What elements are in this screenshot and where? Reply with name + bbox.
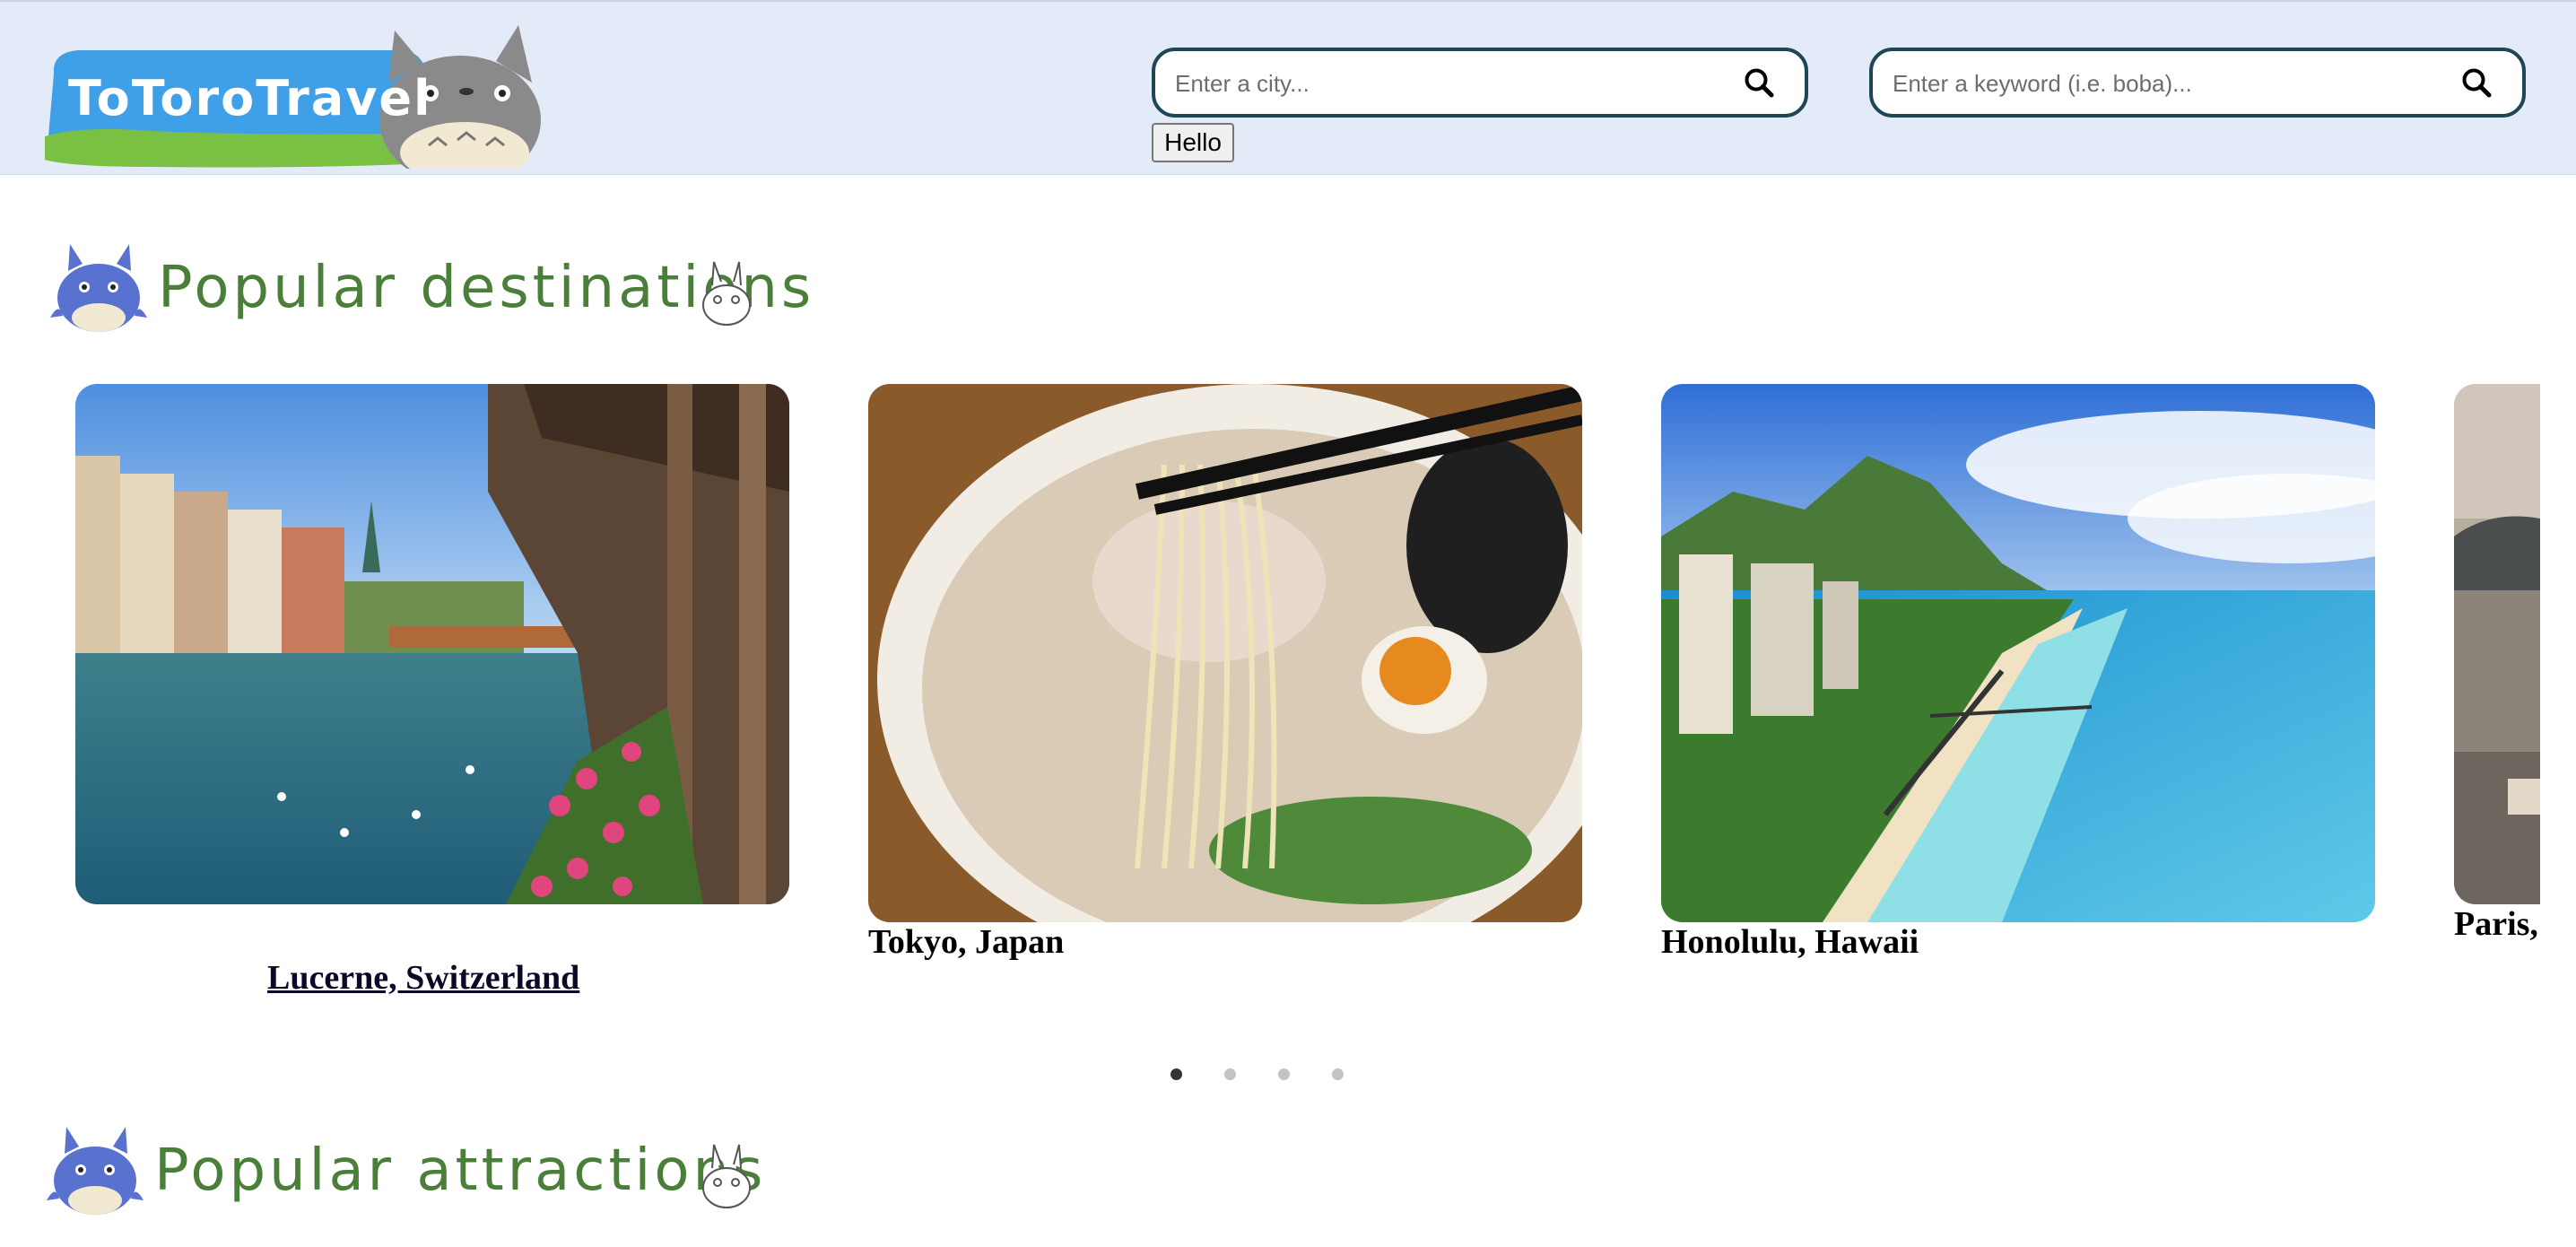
city-search-box [1152, 48, 1808, 118]
carousel-dot[interactable] [1224, 1068, 1236, 1080]
city-search-input[interactable] [1173, 51, 1727, 116]
section-title-text: Popular attractions [154, 1138, 767, 1204]
paris-photo [2454, 384, 2540, 904]
logo-text: ToToroTravel [68, 70, 432, 126]
destination-link[interactable]: Lucerne, Switzerland [267, 958, 579, 998]
destination-label: Honolulu, Hawaii [1661, 923, 1919, 961]
destination-label: Paris, [2454, 905, 2538, 943]
search-icon[interactable] [2461, 67, 2492, 98]
hello-button[interactable]: Hello [1152, 123, 1234, 162]
lucerne-photo [75, 384, 789, 904]
blue-totoro-icon [50, 244, 147, 332]
totoro-travel-logo[interactable]: ToToroTravel [43, 20, 545, 185]
popular-destinations-heading: Popular destinations [43, 239, 811, 337]
search-icon[interactable] [1744, 67, 1774, 98]
honolulu-photo [1661, 384, 2375, 922]
carousel-dot[interactable] [1332, 1068, 1344, 1080]
tokyo-image [868, 384, 1582, 922]
tokyo-photo [868, 384, 1582, 922]
white-totoro-icon [702, 1144, 751, 1208]
top-header: ToToroTravel Hello [0, 0, 2576, 185]
carousel-dot-active[interactable] [1171, 1068, 1182, 1080]
paris-image [2454, 384, 2540, 904]
lucerne-image [75, 384, 789, 904]
keyword-search-box [1869, 48, 2526, 118]
blue-totoro-icon [47, 1127, 144, 1215]
carousel-dot[interactable] [1278, 1068, 1290, 1080]
popular-attractions-heading: Popular attractions [39, 1121, 762, 1220]
white-totoro-icon [702, 261, 751, 326]
honolulu-image [1661, 384, 2375, 922]
keyword-search-input[interactable] [1891, 51, 2445, 116]
destination-label: Tokyo, Japan [868, 923, 1065, 961]
